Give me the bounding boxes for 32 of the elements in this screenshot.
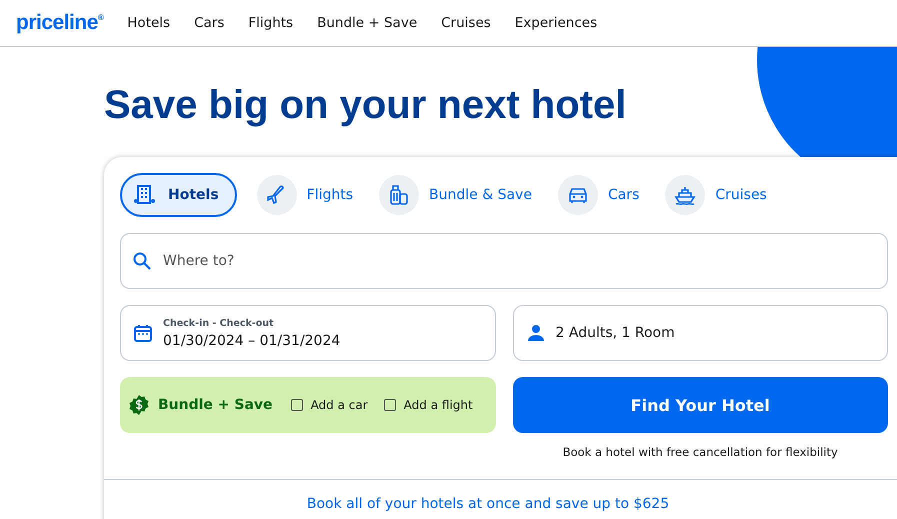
product-tab[interactable]: Bundle & Save — [379, 173, 538, 217]
product-tab[interactable]: Hotels — [120, 173, 237, 217]
hotel-icon — [133, 183, 157, 207]
nav-link[interactable]: Bundle + Save — [317, 15, 418, 31]
product-tab[interactable]: Cars — [558, 173, 646, 217]
logo[interactable]: priceline® — [16, 11, 104, 35]
headline: Save big on your next hotel — [104, 82, 628, 129]
search-icon — [132, 251, 152, 271]
checkbox[interactable] — [290, 399, 303, 411]
calendar-icon — [133, 323, 153, 343]
bundle-title: Bundle + Save — [158, 397, 273, 413]
bundle-option[interactable]: Add a car — [286, 398, 372, 412]
nav-link[interactable]: Flights — [248, 15, 294, 31]
bundle-option[interactable]: Add a flight — [380, 398, 477, 412]
nav-link[interactable]: Experiences — [514, 15, 598, 31]
date-value: 01/30/2024 – 01/31/2024 — [163, 332, 340, 348]
field-label: Check-in - Check-out — [163, 318, 275, 328]
guests-field[interactable]: 2 Adults, 1 Room — [512, 305, 888, 361]
checkbox[interactable] — [384, 399, 396, 411]
promo-link[interactable]: Book all of your hotels at once and save up to $625 — [306, 496, 670, 512]
nav-link[interactable]: Cruises — [441, 15, 491, 31]
person-icon — [526, 323, 546, 343]
destination-field[interactable]: Where to? — [120, 233, 888, 289]
product-tab[interactable]: Cruises — [665, 173, 773, 217]
guests-value: 2 Adults, 1 Room — [556, 325, 675, 341]
dollar-badge-icon — [128, 394, 150, 416]
product-tab[interactable]: Flights — [256, 173, 360, 217]
cancellation-note: Book a hotel with free cancellation for flexibility — [562, 445, 839, 459]
date-field[interactable]: Check-in - Check-out 01/30/2024 – 01/31/2024 — [120, 305, 496, 361]
nav-link[interactable]: Hotels — [127, 15, 170, 31]
find-hotel-button[interactable]: Find Your Hotel — [512, 377, 888, 433]
nav-link[interactable]: Cars — [194, 15, 224, 31]
